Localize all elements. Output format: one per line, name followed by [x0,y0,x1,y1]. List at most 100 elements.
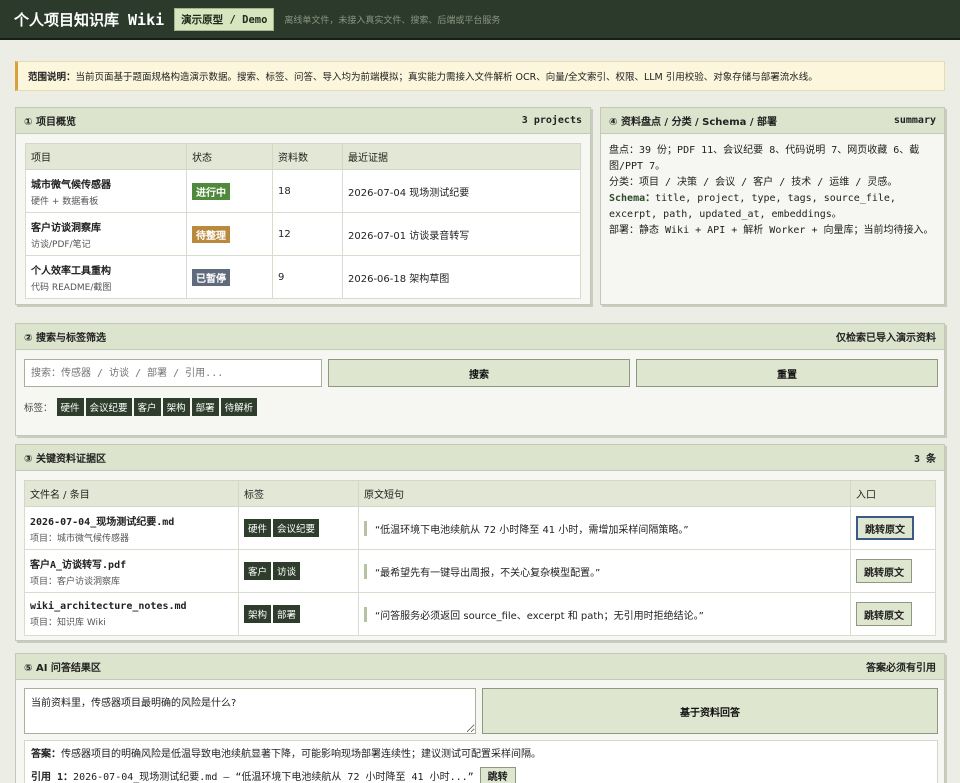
latest-evidence: 2026-07-01 访谈录音转写 [342,212,581,256]
summary-title: ④ 资料盘点 / 分类 / Schema / 部署 [609,117,777,128]
table-row: 2026-07-04_现场测试纪要.md 项目：城市微气候传感器 硬件 会议纪要 “… [24,506,936,550]
row-tag: 访谈 [273,562,301,580]
project-sub: 访谈/PDF/笔记 [31,239,91,250]
search-button[interactable]: 搜索 [328,359,630,387]
status-badge: 已暂停 [192,268,230,286]
latest-evidence: 2026-06-18 架构草图 [342,255,581,299]
answer-label: 答案： [31,749,61,760]
col-count: 资料数 [272,143,343,170]
tag-chip-pending[interactable]: 待解析 [220,398,258,416]
tag-chip-client[interactable]: 客户 [133,398,161,416]
col-file: 文件名 / 条目 [24,480,239,507]
deploy-text: 静态 Wiki + API + 解析 Worker + 向量库；当前均待接入。 [639,225,934,236]
qa-panel: ⑤ AI 问答结果区 答案必须有引用 基于资料回答 答案：传感器项目的明确风险是… [15,653,945,783]
col-entry: 入口 [850,480,936,507]
col-quote: 原文短句 [358,480,851,507]
file-project: 项目：客户访谈洞察库 [30,576,121,587]
search-title: ② 搜索与标签筛选 [24,333,106,344]
table-row[interactable]: 城市微气候传感器 硬件 + 数据看板 进行中 18 2026-07-04 现场测试… [25,169,581,213]
row-tag: 客户 [244,562,272,580]
qa-title: ⑤ AI 问答结果区 [24,663,101,674]
overview-table: 项目 状态 资料数 最近证据 城市微气候传感器 硬件 + 数据看板 进行中 18 … [25,143,581,299]
citation-jump-button[interactable]: 跳转 [479,767,516,783]
qa-rule: 答案必须有引用 [866,663,936,674]
evidence-table: 文件名 / 条目 标签 原文短句 入口 2026-07-04_现场测试纪要.md… [24,480,936,636]
evidence-quote: “最希望先有一键导出周报，不关心复杂模型配置。” [364,563,845,579]
jump-source-button[interactable]: 跳转原文 [856,559,912,583]
deploy-label: 部署： [609,225,639,236]
status-badge: 待整理 [192,225,230,243]
col-status: 状态 [186,143,273,170]
table-row: wiki_architecture_notes.md 项目：知识库 Wiki 架构… [24,592,936,636]
material-count: 9 [272,255,343,299]
overview-title: ① 项目概览 [24,117,76,128]
status-badge: 进行中 [192,182,230,200]
row-tag: 部署 [273,605,301,623]
reset-button[interactable]: 重置 [636,359,938,387]
col-project: 项目 [25,143,187,170]
file-project: 项目：城市微气候传感器 [30,533,130,544]
material-count: 18 [272,169,343,213]
tag-chip-architecture[interactable]: 架构 [162,398,190,416]
evidence-count: 3 条 [913,454,936,465]
table-row[interactable]: 客户访谈洞察库 访谈/PDF/笔记 待整理 12 2026-07-01 访谈录音转… [25,212,581,256]
question-input[interactable] [24,688,476,734]
project-name: 客户访谈洞察库 [31,222,101,234]
file-name: wiki_architecture_notes.md [30,600,187,612]
jump-source-button[interactable]: 跳转原文 [856,602,912,626]
tag-chip-deploy[interactable]: 部署 [191,398,219,416]
top-bar: 个人项目知识库 Wiki 演示原型 / Demo 离线单文件，未接入真实文件、搜… [0,0,960,40]
summary-tag: summary [893,115,936,126]
evidence-panel: ③ 关键资料证据区 3 条 文件名 / 条目 标签 原文短句 入口 2026-0… [15,444,945,641]
header-hint: 离线单文件，未接入真实文件、搜索、后端或平台服务 [284,15,501,26]
material-count: 12 [272,212,343,256]
evidence-quote: “问答服务必须返回 source_file、excerpt 和 path；无引用… [364,606,845,622]
row-tag: 架构 [244,605,272,623]
table-row: 客户A_访谈转写.pdf 项目：客户访谈洞察库 客户 访谈 “最希望先有一键导出周报… [24,549,936,593]
summary-header: ④ 资料盘点 / 分类 / Schema / 部署 summary [601,108,944,134]
row-tag: 会议纪要 [273,519,320,537]
evidence-header: ③ 关键资料证据区 3 条 [16,445,944,471]
tags-label: 标签： [24,403,53,414]
inventory-text: 39 份；PDF 11、会议纪要 8、代码说明 7、网页收藏 6、截图/PPT … [609,145,920,172]
app-title: 个人项目知识库 Wiki [14,10,165,29]
answer-box: 答案：传感器项目的明确风险是低温导致电池续航显著下降，可能影响现场部署连续性；建… [24,740,938,783]
project-name: 城市微气候传感器 [31,179,111,191]
evidence-quote: “低温环境下电池续航从 72 小时降至 41 小时，需增加采样间隔策略。” [364,520,845,536]
search-panel: ② 搜索与标签筛选 仅检索已导入演示资料 搜索 重置 标签： 硬件 会议纪要 客… [15,323,945,436]
search-input[interactable] [24,359,322,387]
row-tag: 硬件 [244,519,272,537]
scope-notice: 范围说明： 当前页面基于题面规格构造演示数据。搜索、标签、问答、导入均为前端模拟… [15,61,945,91]
citation-text: 2026-07-04_现场测试纪要.md — “低温环境下电池续航从 72 小时… [73,772,474,783]
col-tags: 标签 [238,480,359,507]
evidence-title: ③ 关键资料证据区 [24,454,106,465]
latest-evidence: 2026-07-04 现场测试纪要 [342,169,581,213]
table-row[interactable]: 个人效率工具重构 代码 README/截图 已暂停 9 2026-06-18 架构… [25,255,581,299]
qa-header: ⑤ AI 问答结果区 答案必须有引用 [16,654,944,680]
project-sub: 代码 README/截图 [31,282,112,293]
tag-chip-hardware[interactable]: 硬件 [56,398,84,416]
notice-text: 当前页面基于题面规格构造演示数据。搜索、标签、问答、导入均为前端模拟；真实能力需… [75,72,818,83]
project-name: 个人效率工具重构 [31,265,111,277]
tag-filter-row: 标签： 硬件 会议纪要 客户 架构 部署 待解析 [24,398,259,416]
answer-from-docs-button[interactable]: 基于资料回答 [482,688,938,734]
search-header: ② 搜索与标签筛选 仅检索已导入演示资料 [16,324,944,350]
col-evidence: 最近证据 [342,143,581,170]
overview-header: ① 项目概览 3 projects [16,108,590,134]
citation-label: 引用 1： [31,772,74,783]
demo-badge: 演示原型 / Demo [174,7,275,31]
jump-source-button[interactable]: 跳转原文 [856,516,914,540]
summary-body: 盘点：39 份；PDF 11、会议纪要 8、代码说明 7、网页收藏 6、截图/P… [601,134,944,248]
project-sub: 硬件 + 数据看板 [31,196,99,207]
answer-text: 传感器项目的明确风险是低温导致电池续航显著下降，可能影响现场部署连续性；建议测试… [61,749,541,760]
tag-chip-minutes[interactable]: 会议纪要 [85,398,132,416]
overview-panel: ① 项目概览 3 projects 项目 状态 资料数 最近证据 城市微气候传感… [15,107,591,305]
file-project: 项目：知识库 Wiki [30,617,106,628]
inventory-label: 盘点： [609,145,639,156]
overview-count: 3 projects [521,115,582,126]
search-scope: 仅检索已导入演示资料 [836,333,936,344]
schema-label: Schema： [609,193,656,204]
category-text: 项目 / 决策 / 会议 / 客户 / 技术 / 运维 / 灵感。 [639,177,898,188]
notice-label: 范围说明： [28,72,76,83]
category-label: 分类： [609,177,639,188]
